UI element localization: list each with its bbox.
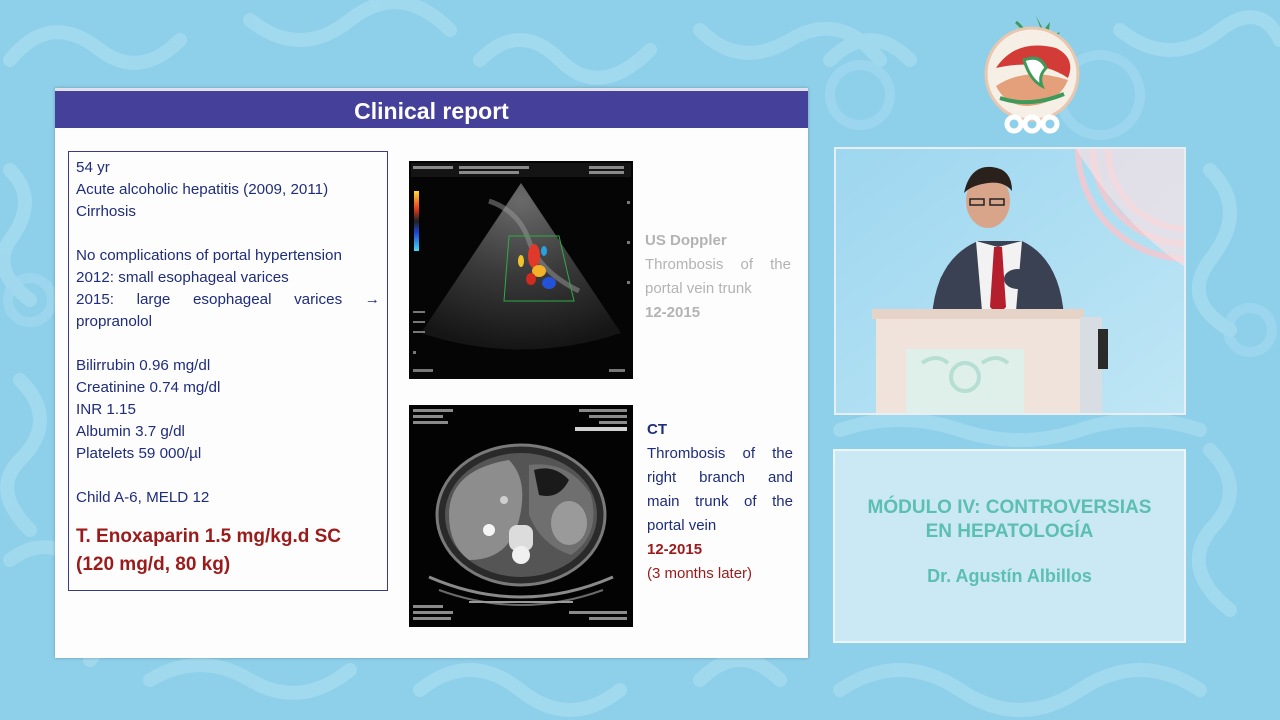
ct-caption-line-3: main trunk of the	[647, 490, 793, 514]
caption-word: of	[740, 256, 753, 273]
module-info-panel: MÓDULO IV: CONTROVERSIAS EN HEPATOLOGÍA …	[833, 449, 1186, 643]
lab-albumin: Albumin 3.7 g/dl	[76, 423, 185, 440]
varices-2015-word: large	[136, 291, 171, 308]
conference-logo	[976, 8, 1088, 134]
patient-history-cirrhosis: Cirrhosis	[76, 203, 136, 220]
treatment-line-1: T. Enoxaparin 1.5 mg/kg.d SC	[76, 526, 342, 547]
caption-word: and	[767, 469, 793, 486]
patient-score: Child A-6, MELD 12	[76, 489, 210, 506]
lab-platelets: Platelets 59 000/µl	[76, 445, 202, 462]
ct-caption-line-1: Thrombosis of the	[647, 442, 793, 466]
ct-caption-line-4: portal vein	[647, 517, 717, 534]
ct-caption-title: CT	[647, 421, 667, 438]
caption-word: main	[647, 493, 680, 510]
patient-complications: No complications of portal hypertension	[76, 247, 342, 264]
lab-bilirubin: Bilirrubin 0.96 mg/dl	[76, 357, 211, 374]
caption-word: the	[772, 445, 793, 462]
us-caption-line-2: portal vein trunk	[645, 280, 752, 297]
patient-history-hepatitis: Acute alcoholic hepatitis (2009, 2011)	[76, 181, 329, 198]
us-doppler-image	[409, 161, 633, 379]
patient-varices-2015: 2015: large esophageal varices →	[76, 289, 380, 311]
varices-2015-word: esophageal	[192, 291, 272, 308]
caption-word: branch	[699, 469, 746, 486]
caption-word: of	[744, 493, 757, 510]
patient-info-box: 54 yr Acute alcoholic hepatitis (2009, 2…	[68, 151, 388, 591]
caption-word: right	[647, 469, 677, 486]
varices-2015-word: 2015:	[76, 291, 115, 308]
module-title-line-2: EN HEPATOLOGÍA	[925, 521, 1094, 542]
caption-word: the	[770, 256, 791, 273]
arrow-right-icon: →	[364, 291, 380, 308]
caption-word: Thrombosis	[647, 445, 726, 462]
varices-2015-word: varices	[294, 291, 343, 308]
ct-caption-note: (3 months later)	[647, 565, 753, 582]
ct-caption-date: 12-2015	[647, 541, 703, 558]
module-title: MÓDULO IV: CONTROVERSIAS EN HEPATOLOGÍA	[835, 496, 1184, 544]
treatment-line-2: (120 mg/d, 80 kg)	[76, 554, 231, 575]
us-caption-line-1: Thrombosis of the	[645, 253, 791, 277]
treatment: T. Enoxaparin 1.5 mg/kg.d SC (120 mg/d, …	[76, 523, 380, 579]
presentation-slide: Clinical report 54 yr Acute alcoholic he…	[55, 88, 808, 658]
slide-title: Clinical report	[55, 88, 808, 128]
us-caption-title: US Doppler	[645, 232, 727, 249]
patient-propranolol: propranolol	[76, 313, 152, 330]
caption-word: the	[772, 493, 793, 510]
ct-caption-line-2: right branch and	[647, 466, 793, 490]
us-doppler-caption: US Doppler Thrombosis of the portal vein…	[645, 229, 791, 325]
patient-age: 54 yr	[76, 159, 110, 176]
speaker-video	[834, 147, 1186, 415]
caption-word: trunk	[695, 493, 729, 510]
caption-word: Thrombosis	[645, 256, 724, 273]
ct-scan-image	[409, 405, 633, 627]
module-title-line-1: MÓDULO IV: CONTROVERSIAS	[867, 497, 1152, 518]
ct-caption: CT Thrombosis of the right branch and ma…	[647, 418, 793, 586]
speaker-name: Dr. Agustín Albillos	[927, 566, 1092, 586]
caption-word: of	[742, 445, 755, 462]
lab-creatinine: Creatinine 0.74 mg/dl	[76, 379, 221, 396]
us-caption-date: 12-2015	[645, 304, 701, 321]
lab-inr: INR 1.15	[76, 401, 136, 418]
patient-varices-2012: 2012: small esophageal varices	[76, 269, 289, 286]
